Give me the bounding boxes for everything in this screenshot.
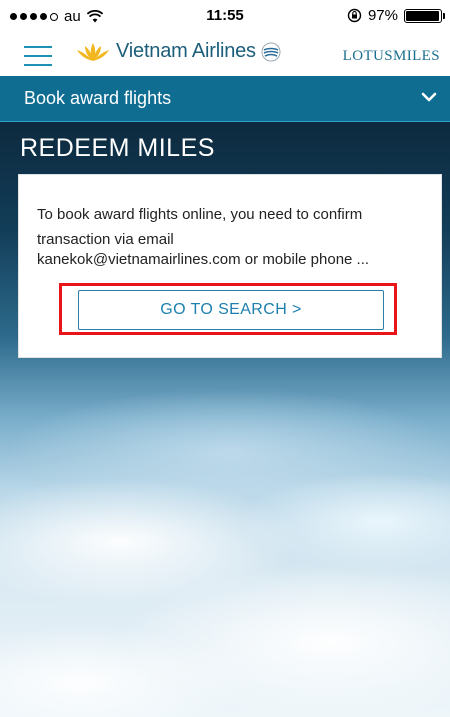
- brand-logo[interactable]: Vietnam Airlines: [74, 40, 282, 63]
- chevron-down-icon: [421, 92, 437, 102]
- card-message-line: To book award flights online, you need t…: [37, 206, 363, 223]
- card-message-line: kanekok@vietnamairlines.com or mobile ph…: [37, 251, 370, 268]
- battery-percent: 97%: [367, 7, 398, 24]
- card-message: To book award flights online, you need t…: [37, 205, 432, 270]
- rotation-lock-icon: [347, 8, 362, 23]
- skyteam-icon: [261, 42, 281, 61]
- card-message-line: transaction via email: [37, 231, 174, 248]
- status-bar: au 11:55 97%: [0, 0, 450, 34]
- page-title: REDEEM MILES: [20, 134, 215, 162]
- menu-icon[interactable]: [24, 46, 52, 66]
- app-header: Vietnam Airlines LOTUSMILES: [0, 34, 450, 76]
- section-dropdown-label: Book award flights: [24, 88, 172, 108]
- battery-icon: [404, 8, 445, 23]
- section-dropdown[interactable]: Book award flights: [0, 76, 450, 122]
- go-to-search-button[interactable]: GO TO SEARCH >: [78, 290, 384, 330]
- screen: au 11:55 97% Vietnam Airlines LOTUSMILES…: [0, 0, 450, 717]
- redeem-info-card: To book award flights online, you need t…: [18, 174, 442, 358]
- brand-name: Vietnam Airlines: [116, 40, 256, 62]
- status-right: 97%: [347, 7, 445, 24]
- lotusmiles-link[interactable]: LOTUSMILES: [343, 48, 440, 65]
- lotus-logo-icon: [77, 42, 109, 61]
